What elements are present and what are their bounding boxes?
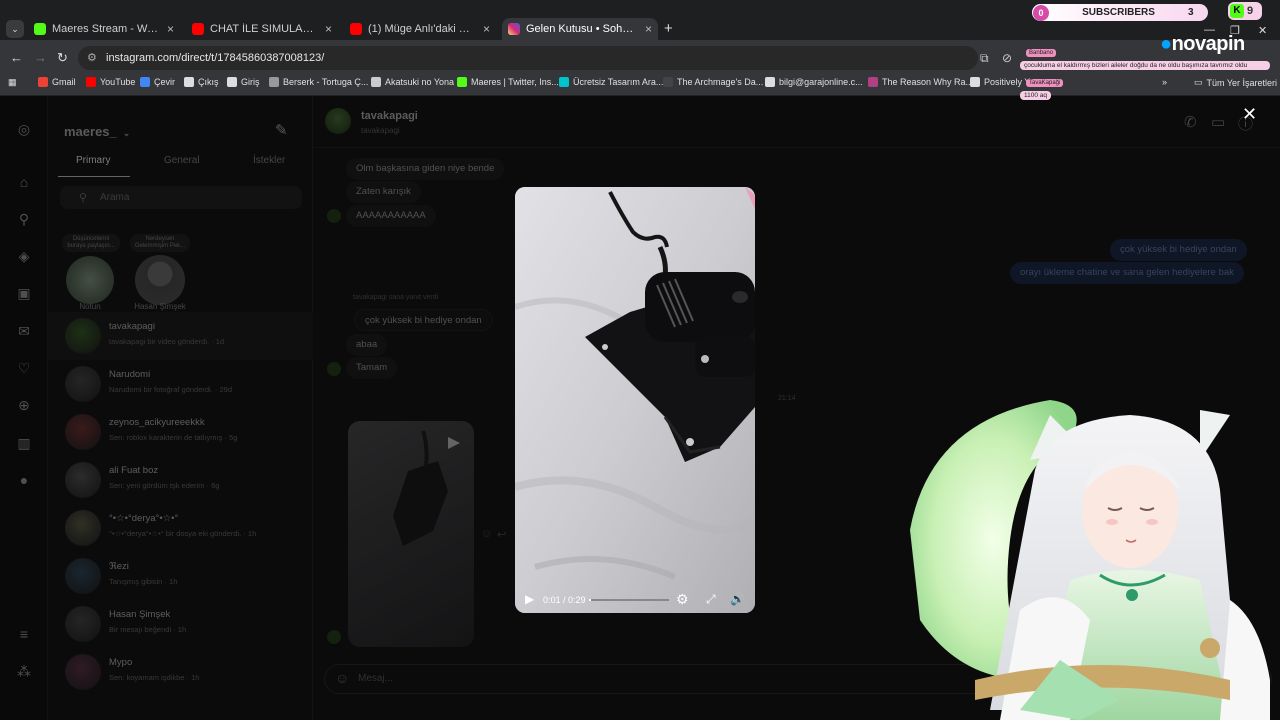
tab-title: Maeres Stream - Watch Live on [52, 23, 161, 35]
tab-chat-simulasyon[interactable]: CHAT İLE SIMULASYON KEYFİ | × [186, 18, 338, 40]
bookmark-favicon-icon [868, 77, 878, 87]
bookmark-label: Gmail [52, 77, 76, 87]
bookmark-favicon-icon [457, 77, 467, 87]
tab-title: (1) Müge Anlı'daki Korkunç İspa [368, 23, 477, 35]
site-info-icon[interactable]: ⚙ [87, 51, 97, 64]
cast-icon[interactable]: ⧉ [980, 51, 989, 66]
bookmark-favicon-icon [970, 77, 980, 87]
close-icon[interactable]: × [483, 22, 490, 36]
instagram-icon [508, 23, 520, 35]
bookmark-favicon-icon [86, 77, 96, 87]
apps-grid-icon[interactable]: ▦ [8, 77, 17, 88]
bookmark-label: Akatsuki no Yona [385, 77, 455, 87]
tab-instagram-inbox[interactable]: Gelen Kutusu • Sohbetler × [502, 18, 658, 40]
youtube-icon [350, 23, 362, 35]
all-bookmarks-button[interactable]: ▭ Tüm Yer İşaretleri [1194, 77, 1277, 88]
bookmarks-more-button[interactable]: » [1162, 77, 1167, 87]
subscribers-count: 3 [1188, 7, 1194, 18]
kick-icon [34, 23, 46, 35]
forward-icon[interactable]: → [34, 50, 47, 65]
bookmark-item[interactable]: Çıkış [184, 77, 219, 87]
bookmark-label: The Reason Why Ra... [882, 77, 974, 87]
video-controls: ▶ 0:01 / 0:29 ⚙ ⤢ 🔊 [515, 589, 755, 613]
bookmark-label: Çıkış [198, 77, 219, 87]
settings-gear-icon[interactable]: ⚙ [676, 591, 689, 608]
bookmark-favicon-icon [269, 77, 279, 87]
bookmark-item[interactable]: Giriş [227, 77, 260, 87]
bookmark-item[interactable]: Akatsuki no Yona [371, 77, 454, 87]
map-pin-icon: ● [1160, 33, 1172, 55]
subscribers-left-count: 0 [1033, 4, 1049, 21]
back-icon[interactable]: ← [10, 50, 23, 65]
bookmark-label: bilgi@garajonline.c... [779, 77, 863, 87]
tab-title: CHAT İLE SIMULASYON KEYFİ | [210, 23, 319, 35]
bookmark-label: Çevir [154, 77, 176, 87]
bookmark-item[interactable]: Çevir [140, 77, 175, 87]
tab-title: Gelen Kutusu • Sohbetler [526, 23, 639, 35]
eye-off-icon[interactable]: ⊘ [1002, 51, 1012, 65]
chat-message: çocukluma el kaldırmış bizleri aileler d… [1020, 61, 1270, 70]
play-icon[interactable]: ▶ [525, 592, 534, 606]
video-progress-track[interactable] [589, 599, 669, 601]
bookmark-favicon-icon [184, 77, 194, 87]
bookmark-item[interactable]: Gmail [38, 77, 76, 87]
tab-muge-anli[interactable]: (1) Müge Anlı'daki Korkunç İspa × [344, 18, 496, 40]
chat-username: TavaKapaği [1026, 79, 1064, 87]
chat-message: 1100 aq [1020, 91, 1052, 100]
chat-username: Banbano [1026, 49, 1057, 57]
tab-maeres-stream[interactable]: Maeres Stream - Watch Live on × [28, 18, 180, 40]
bookmark-label: Giriş [241, 77, 260, 87]
close-icon[interactable]: × [167, 22, 174, 36]
bookmark-favicon-icon [227, 77, 237, 87]
bookmark-favicon-icon [371, 77, 381, 87]
video-time: 0:01 / 0:29 [543, 595, 586, 605]
bookmark-label: The Archmage's Da... [677, 77, 764, 87]
url-input[interactable]: instagram.com/direct/t/17845860387008123… [78, 46, 978, 70]
brand-logo: ●novapin [1160, 33, 1245, 56]
fullscreen-icon[interactable]: ⤢ [706, 592, 716, 607]
bookmark-label: YouTube [100, 77, 136, 87]
video-player[interactable] [515, 187, 755, 613]
bookmark-item[interactable]: Maeres | Twitter, Ins... [457, 77, 559, 87]
bookmark-item[interactable]: bilgi@garajonline.c... [765, 77, 863, 87]
volume-icon[interactable]: 🔊 [730, 592, 745, 606]
video-progress-fill [589, 599, 592, 601]
bookmark-item[interactable]: The Archmage's Da... [663, 77, 763, 87]
bookmark-item[interactable]: Ücretsiz Tasarım Ara... [559, 77, 663, 87]
kick-count: 9 [1247, 5, 1254, 17]
all-bookmarks-label: Tüm Yer İşaretleri [1206, 77, 1278, 88]
bookmark-favicon-icon [559, 77, 569, 87]
bookmark-favicon-icon [38, 77, 48, 87]
bookmark-favicon-icon [765, 77, 775, 87]
close-icon[interactable]: × [645, 22, 652, 36]
screen: ⌄ Maeres Stream - Watch Live on × CHAT İ… [0, 0, 1280, 720]
subscribers-counter: 0 SUBSCRIBERS 3 [1032, 4, 1208, 21]
bookmark-favicon-icon [663, 77, 673, 87]
subscribers-label: SUBSCRIBERS [1082, 7, 1155, 18]
bookmark-label: Berserk - Tortuga Ç... [283, 77, 369, 87]
bookmark-item[interactable]: The Reason Why Ra... [868, 77, 973, 87]
close-icon[interactable]: × [325, 22, 332, 36]
new-tab-button[interactable]: + [664, 20, 673, 37]
bookmark-item[interactable]: YouTube [86, 77, 135, 87]
bookmark-label: Ücretsiz Tasarım Ara... [573, 77, 664, 87]
close-window-icon[interactable]: ✕ [1258, 24, 1267, 37]
vtuber-avatar [900, 380, 1280, 720]
close-modal-icon[interactable]: ✕ [1242, 104, 1257, 125]
kick-logo-icon: K [1230, 4, 1244, 18]
bookmark-item[interactable]: Berserk - Tortuga Ç... [269, 77, 368, 87]
tab-search-chevron-icon[interactable]: ⌄ [6, 20, 24, 38]
brand-text: novapin [1171, 33, 1246, 55]
folder-icon: ▭ [1194, 77, 1203, 87]
bookmark-label: Maeres | Twitter, Ins... [471, 77, 559, 87]
kick-badge: K 9 [1228, 2, 1262, 20]
reload-icon[interactable]: ↻ [57, 50, 68, 66]
youtube-icon [192, 23, 204, 35]
bookmark-favicon-icon [140, 77, 150, 87]
